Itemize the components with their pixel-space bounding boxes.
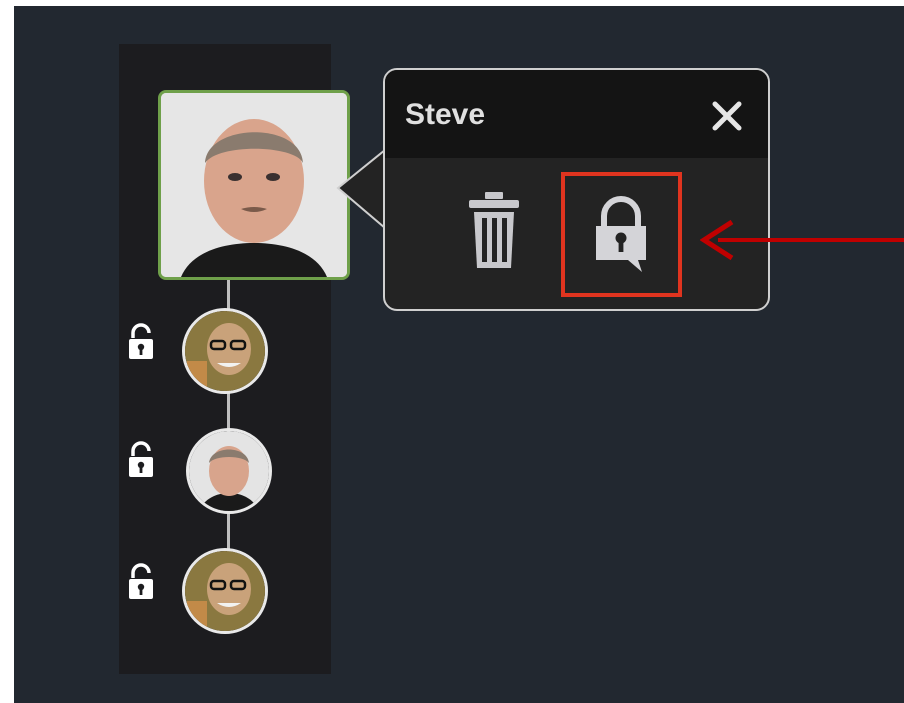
trash-icon[interactable] xyxy=(467,190,521,270)
lock-icon[interactable] xyxy=(126,440,156,480)
selected-participant-avatar[interactable] xyxy=(158,90,350,280)
lock-icon[interactable] xyxy=(126,322,156,362)
person-photo xyxy=(161,93,347,277)
popover-title: Steve xyxy=(405,98,486,131)
person-photo xyxy=(189,431,269,511)
participant-avatar[interactable] xyxy=(182,548,268,634)
participant-avatar[interactable] xyxy=(182,308,268,394)
close-icon[interactable] xyxy=(707,96,747,136)
arrow-icon xyxy=(700,219,904,261)
person-photo xyxy=(185,551,265,631)
person-photo xyxy=(185,311,265,391)
highlight-box xyxy=(561,172,682,297)
lock-icon[interactable] xyxy=(126,562,156,602)
participant-avatar[interactable] xyxy=(186,428,272,514)
popover-header: Steve xyxy=(385,70,768,158)
popover-pointer xyxy=(336,150,386,229)
